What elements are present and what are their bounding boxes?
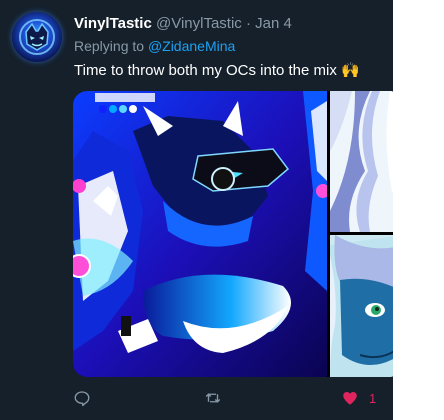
retweet-icon [205,393,221,403]
mention-link[interactable]: @ZidaneMina [148,38,235,54]
replying-prefix: Replying to [74,38,145,54]
like-count: 1 [369,390,377,406]
tweet-actions: 1 [73,386,383,410]
tweet-header: VinylTastic @VinylTastic · Jan 4 [74,15,292,32]
handle[interactable]: @VinylTastic [156,15,242,32]
tweet-card[interactable]: VinylTastic @VinylTastic · Jan 4 Replyin… [0,0,393,420]
media-image-character-face[interactable] [330,235,393,377]
like-button[interactable]: 1 [341,386,376,410]
reply-context: Replying to @ZidaneMina [74,38,235,54]
character-hair-image [330,91,393,232]
heart-icon [343,392,357,405]
retweet-button[interactable] [204,386,222,410]
timestamp[interactable]: Jan 4 [255,15,292,32]
character-face-image [330,235,393,377]
reply-button[interactable] [73,386,91,410]
avatar[interactable] [12,12,62,62]
oc-artwork-image [73,91,330,377]
reply-icon [74,391,90,407]
display-name[interactable]: VinylTastic [74,15,152,32]
tweet-body: Time to throw both my OCs into the mix [74,62,337,79]
avatar-mask-icon [19,19,55,55]
raised-hands-emoji: 🙌 [341,62,360,79]
tweet-text: Time to throw both my OCs into the mix 🙌 [74,61,360,79]
media-grid[interactable] [73,91,393,377]
media-image-oc-sheet[interactable] [73,91,330,377]
media-image-character-hair[interactable] [330,91,393,232]
separator: · [245,15,251,32]
